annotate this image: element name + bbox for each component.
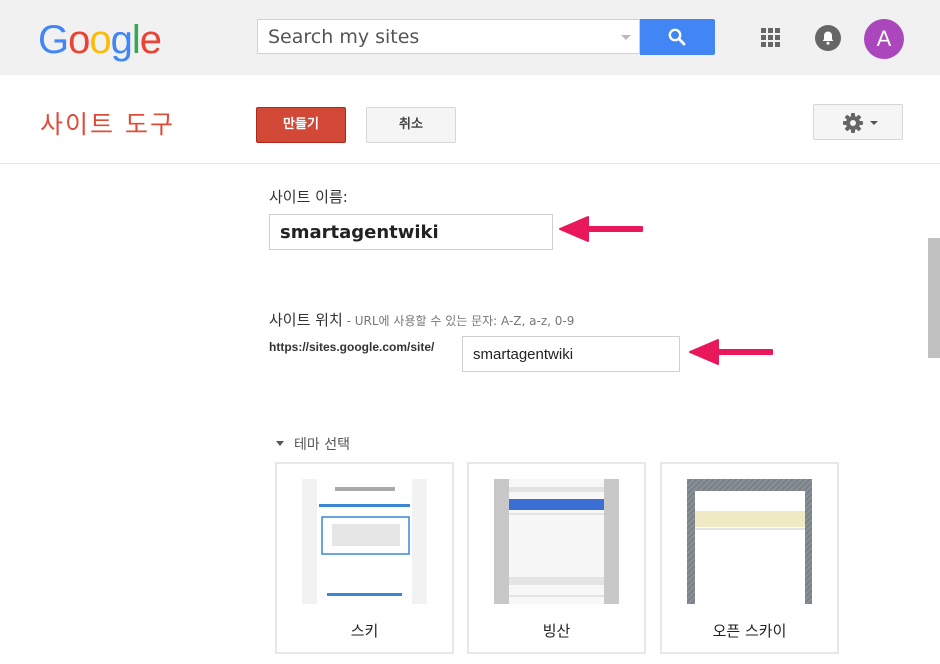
create-button[interactable]: 만들기: [256, 107, 346, 143]
site-location-label: 사이트 위치 - URL에 사용할 수 있는 문자: A-Z, a-z, 0-9: [269, 309, 574, 330]
theme-thumbnail-ski: [302, 479, 427, 604]
bell-icon: [822, 31, 834, 45]
theme-thumbnail-iceberg: [494, 479, 619, 604]
gear-icon: [843, 113, 863, 133]
page-title: 사이트 도구: [40, 110, 175, 139]
top-bar: Google A: [0, 0, 940, 75]
theme-card-iceberg[interactable]: 빙산: [467, 462, 646, 654]
theme-name: 빙산: [542, 622, 571, 640]
logo-letter: e: [139, 18, 162, 62]
site-name-input[interactable]: [269, 214, 553, 250]
theme-section-label: 테마 선택: [294, 437, 350, 453]
search-button[interactable]: [640, 19, 715, 55]
logo-letter: o: [89, 18, 111, 62]
site-location-label-text: 사이트 위치: [269, 311, 343, 329]
search-box: [257, 19, 640, 54]
logo-letter: l: [131, 18, 141, 62]
chevron-down-icon: [276, 440, 284, 446]
theme-card-ski[interactable]: 스키: [275, 462, 454, 654]
search-icon: [668, 28, 686, 46]
chevron-down-icon: [870, 121, 878, 125]
scrollbar-thumb[interactable]: [928, 238, 940, 358]
search-input[interactable]: [268, 20, 608, 53]
theme-section-toggle[interactable]: 테마 선택: [276, 434, 350, 454]
apps-grid-icon[interactable]: [761, 28, 781, 48]
site-location-input[interactable]: [462, 336, 680, 372]
search-dropdown-icon[interactable]: [621, 35, 631, 40]
logo-letter: g: [110, 18, 133, 62]
pointer-arrow-icon: [559, 216, 643, 242]
settings-button[interactable]: [813, 104, 903, 140]
site-location-hint: - URL에 사용할 수 있는 문자: A-Z, a-z, 0-9: [342, 314, 575, 328]
theme-card-open-sky[interactable]: 오픈 스카이: [660, 462, 839, 654]
site-name-label: 사이트 이름:: [269, 188, 348, 206]
cancel-button[interactable]: 취소: [366, 107, 456, 143]
notifications-button[interactable]: [815, 25, 841, 51]
url-prefix: https://sites.google.com/site/: [269, 340, 435, 354]
theme-name: 스키: [350, 622, 379, 640]
google-logo[interactable]: Google: [38, 18, 162, 62]
site-tools-header: 사이트 도구 만들기 취소: [0, 75, 940, 164]
theme-thumbnail-open-sky: [687, 479, 812, 604]
logo-letter: G: [38, 18, 69, 62]
avatar[interactable]: A: [864, 19, 904, 59]
theme-name: 오픈 스카이: [712, 622, 787, 640]
logo-letter: o: [68, 18, 90, 62]
pointer-arrow-icon: [689, 339, 773, 365]
